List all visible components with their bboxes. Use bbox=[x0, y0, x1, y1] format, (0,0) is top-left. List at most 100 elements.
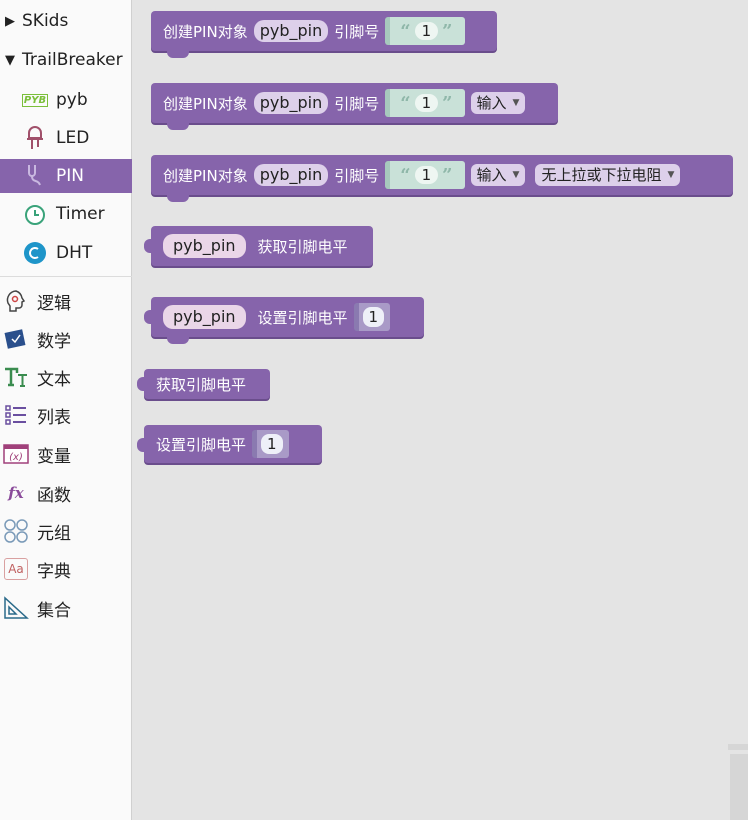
create-pin-block[interactable]: 创建PIN对象 pyb_pin 引脚号 “ 1 ” bbox=[151, 11, 497, 58]
expand-arrow-icon[interactable]: ▶ bbox=[2, 14, 18, 29]
logic-icon bbox=[3, 288, 29, 314]
quote-close-icon: ” bbox=[442, 164, 453, 186]
sidebar-item-led[interactable]: LED bbox=[0, 121, 132, 155]
function-icon: fx bbox=[8, 484, 24, 502]
chevron-down-icon: ▼ bbox=[512, 98, 520, 108]
output-connector bbox=[137, 438, 145, 452]
sidebar-item-pyb[interactable]: PYB pyb bbox=[0, 83, 132, 117]
sidebar-item-timer[interactable]: Timer bbox=[0, 197, 132, 231]
pin-number-field[interactable]: 1 bbox=[414, 22, 439, 40]
sidebar-item-label: PIN bbox=[56, 166, 84, 186]
sidebar-item-label: 变量 bbox=[37, 446, 71, 467]
sidebar-item-label: 文本 bbox=[37, 369, 71, 390]
sidebar-item-text[interactable]: 文本 bbox=[0, 360, 132, 394]
sidebar-item-set[interactable]: 集合 bbox=[0, 591, 132, 625]
sidebar-item-label: 集合 bbox=[37, 600, 71, 621]
math-icon bbox=[3, 326, 29, 352]
create-pin-mode-block[interactable]: 创建PIN对象 pyb_pin 引脚号 “ 1 ” 输入 ▼ bbox=[151, 83, 558, 130]
quote-open-icon: “ bbox=[400, 20, 411, 42]
pyb-icon: PYB bbox=[21, 93, 49, 107]
number-socket[interactable]: 1 bbox=[252, 430, 289, 458]
get-pin-level-block[interactable]: 获取引脚电平 bbox=[137, 369, 270, 399]
tree-item-label: SKids bbox=[22, 11, 69, 31]
level-value-field[interactable]: 1 bbox=[362, 307, 385, 327]
tree-item-trailbreaker[interactable]: ▼ TrailBreaker bbox=[0, 43, 132, 77]
pin-object-socket[interactable]: pyb_pin bbox=[163, 305, 246, 329]
quote-open-icon: “ bbox=[400, 164, 411, 186]
sidebar-item-label: 字典 bbox=[37, 561, 71, 582]
dict-icon: Aa bbox=[3, 556, 29, 582]
block-connector bbox=[167, 122, 189, 130]
quote-close-icon: ” bbox=[442, 20, 453, 42]
sidebar-item-dict[interactable]: Aa 字典 bbox=[0, 552, 132, 586]
output-connector bbox=[144, 239, 152, 253]
collapse-arrow-icon[interactable]: ▼ bbox=[2, 53, 18, 68]
pin-number-field[interactable]: 1 bbox=[414, 166, 439, 184]
sidebar-item-pin[interactable]: PIN bbox=[0, 159, 132, 193]
mode-value: 输入 bbox=[476, 166, 507, 184]
block-label: 获取引脚电平 bbox=[257, 237, 348, 256]
mode-value: 输入 bbox=[476, 94, 507, 112]
led-icon bbox=[22, 125, 48, 151]
tuple-icon bbox=[3, 518, 29, 544]
trash-icon[interactable] bbox=[726, 699, 748, 820]
tree-item-skids[interactable]: ▶ SKids bbox=[0, 4, 132, 38]
set-pin-level-block[interactable]: 设置引脚电平 1 bbox=[137, 425, 322, 463]
pull-value: 无上拉或下拉电阻 bbox=[541, 166, 662, 184]
string-socket[interactable]: “ 1 ” bbox=[385, 161, 465, 189]
sidebar-item-math[interactable]: 数学 bbox=[0, 322, 132, 356]
sidebar-item-list[interactable]: 列表 bbox=[0, 398, 132, 432]
sidebar-item-label: 数学 bbox=[37, 331, 71, 352]
sidebar-item-tuple[interactable]: 元组 bbox=[0, 514, 132, 548]
string-socket[interactable]: “ 1 ” bbox=[385, 89, 465, 117]
sidebar-item-label: 函数 bbox=[37, 485, 71, 506]
sidebar-item-label: DHT bbox=[56, 243, 93, 263]
set-icon bbox=[3, 595, 29, 621]
variable-dropdown[interactable]: pyb_pin bbox=[253, 20, 329, 42]
text-icon bbox=[3, 364, 29, 390]
block-label: 引脚号 bbox=[334, 22, 380, 41]
quote-open-icon: “ bbox=[400, 92, 411, 114]
timer-icon bbox=[22, 201, 48, 227]
variable-icon: (x) bbox=[3, 441, 29, 467]
quote-close-icon: ” bbox=[442, 92, 453, 114]
mode-dropdown[interactable]: 输入 ▼ bbox=[470, 92, 526, 114]
pin-object-socket[interactable]: pyb_pin bbox=[163, 234, 246, 258]
block-label: 创建PIN对象 bbox=[163, 94, 248, 113]
chevron-down-icon: ▼ bbox=[512, 170, 520, 180]
sidebar-item-variable[interactable]: (x) 变量 bbox=[0, 437, 132, 471]
mode-dropdown[interactable]: 输入 ▼ bbox=[470, 164, 526, 186]
sidebar-divider bbox=[0, 276, 132, 277]
sidebar-item-function[interactable]: fx 函数 bbox=[0, 476, 132, 510]
tree-item-label: TrailBreaker bbox=[22, 50, 123, 70]
pin-number-field[interactable]: 1 bbox=[414, 94, 439, 112]
sidebar-item-label: 元组 bbox=[37, 523, 71, 544]
output-connector bbox=[137, 377, 145, 391]
sidebar-item-label: 列表 bbox=[37, 407, 71, 428]
set-pin-level-method-block[interactable]: pyb_pin 设置引脚电平 1 bbox=[144, 297, 424, 344]
dht-icon bbox=[22, 240, 48, 266]
create-pin-pull-block[interactable]: 创建PIN对象 pyb_pin 引脚号 “ 1 ” 输入 ▼ 无上拉或下拉电阻 … bbox=[151, 155, 733, 202]
sidebar-item-label: LED bbox=[56, 128, 90, 148]
level-value-field[interactable]: 1 bbox=[261, 434, 283, 454]
string-socket[interactable]: “ 1 ” bbox=[385, 17, 465, 45]
pull-dropdown[interactable]: 无上拉或下拉电阻 ▼ bbox=[535, 164, 681, 186]
block-connector bbox=[167, 194, 189, 202]
list-icon bbox=[3, 402, 29, 428]
block-label: 创建PIN对象 bbox=[163, 22, 248, 41]
toolbox-sidebar: ▶ SKids ▼ TrailBreaker PYB pyb LED PIN T… bbox=[0, 0, 132, 820]
chevron-down-icon: ▼ bbox=[667, 170, 675, 180]
variable-dropdown[interactable]: pyb_pin bbox=[253, 92, 329, 114]
get-pin-level-method-block[interactable]: pyb_pin 获取引脚电平 bbox=[144, 226, 373, 266]
blocks-workspace[interactable]: 创建PIN对象 pyb_pin 引脚号 “ 1 ” 创建PIN对象 pyb_pi… bbox=[133, 0, 748, 820]
number-socket[interactable]: 1 bbox=[353, 303, 391, 331]
sidebar-item-logic[interactable]: 逻辑 bbox=[0, 284, 132, 318]
sidebar-item-label: Timer bbox=[56, 204, 105, 224]
block-label: 获取引脚电平 bbox=[156, 375, 247, 394]
sidebar-item-dht[interactable]: DHT bbox=[0, 236, 132, 270]
sidebar-item-label: pyb bbox=[56, 90, 88, 110]
svg-text:(x): (x) bbox=[9, 452, 23, 463]
variable-dropdown[interactable]: pyb_pin bbox=[253, 164, 329, 186]
output-connector bbox=[144, 310, 152, 324]
block-label: 创建PIN对象 bbox=[163, 166, 248, 185]
